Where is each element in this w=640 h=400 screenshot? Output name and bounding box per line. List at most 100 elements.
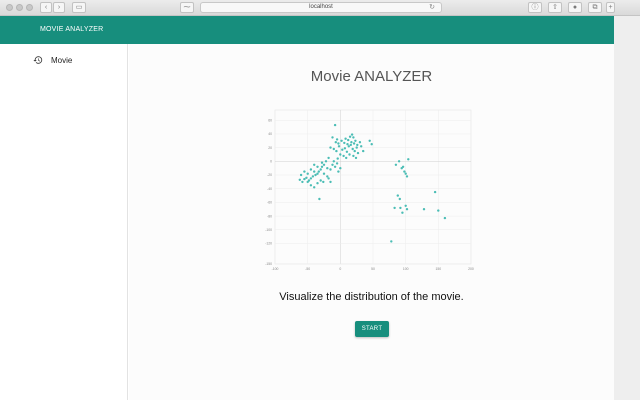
scatter-point (326, 175, 329, 178)
scatter-point (337, 142, 340, 145)
y-tick-label: 20 (268, 146, 272, 150)
browser-toolbar: ‹ › ▭ ⁓ localhost ↻ ⓘ ⇧ ● ⧉ + (0, 0, 640, 16)
app-title: MOVIE ANALYZER (40, 26, 104, 33)
scatter-point (303, 177, 306, 181)
y-tick-label: 60 (268, 118, 272, 122)
y-tick-label: -120 (265, 242, 272, 246)
y-tick-label: -40 (267, 187, 272, 191)
maximize-window-dot[interactable] (26, 4, 33, 11)
scatter-point (331, 163, 334, 166)
y-tick-label: -100 (265, 228, 272, 232)
scatter-point (329, 180, 332, 184)
scatter-point (355, 146, 358, 149)
scatter-point (344, 137, 347, 140)
scatter-point (316, 182, 319, 185)
scatter-point (332, 147, 335, 151)
x-tick-label: 100 (403, 267, 409, 271)
scatter-point (396, 194, 399, 197)
scatter-point (356, 151, 360, 155)
sidebar-item-label: Movie (51, 55, 73, 65)
tabs-icon[interactable]: ⧉ (588, 2, 602, 13)
x-tick-label: 0 (339, 267, 341, 271)
scatter-point (324, 160, 328, 163)
scatter-point (322, 180, 325, 184)
scatter-point (346, 143, 349, 146)
sidebar-toggle-icon[interactable]: ▭ (72, 2, 86, 13)
scatter-point (299, 173, 303, 177)
header-edge (614, 16, 640, 44)
scatter-point (349, 143, 352, 147)
scatter-point (347, 145, 350, 148)
scatter-point (335, 162, 339, 165)
y-tick-label: -60 (267, 201, 272, 205)
back-icon[interactable]: ‹ (40, 2, 52, 13)
scatter-point (348, 135, 352, 138)
scatter-point (405, 208, 409, 211)
scatter-point (362, 149, 365, 153)
scatter-point (358, 141, 362, 144)
main-content: Movie ANALYZER -100 -50 0 50 100 150 200 60 40 20… (129, 44, 614, 400)
new-tab-icon[interactable]: + (606, 2, 615, 13)
scatter-point (322, 172, 326, 175)
scatter-point (313, 163, 316, 166)
scatter-point (370, 143, 373, 146)
scatter-point (433, 190, 437, 194)
share-icon[interactable]: ⇧ (548, 2, 562, 13)
minimize-window-dot[interactable] (16, 4, 23, 11)
scatter-point (401, 165, 405, 168)
scatter-point (320, 165, 324, 168)
x-tick-label: 150 (435, 267, 441, 271)
scatter-point (397, 160, 401, 163)
y-tick-label: -80 (267, 214, 272, 218)
scatter-point (352, 142, 356, 145)
scatter-point (339, 167, 342, 170)
scatter-point (343, 141, 346, 145)
scatter-point (437, 209, 440, 212)
info-icon[interactable]: ⓘ (528, 2, 542, 13)
scatter-point (301, 180, 304, 184)
scatter-point (329, 146, 332, 149)
scatter-point (339, 153, 342, 156)
page-subtitle: Visualize the distribution of the movie. (279, 291, 464, 303)
scatter-point (404, 172, 407, 175)
scatter-point (337, 170, 340, 173)
scatter-point (401, 211, 404, 214)
extension-icon[interactable]: ● (568, 2, 582, 13)
reload-icon[interactable]: ↻ (429, 3, 435, 12)
reader-icon[interactable]: ⁓ (180, 2, 194, 13)
close-window-dot[interactable] (6, 4, 13, 11)
scatter-point (348, 153, 351, 156)
scatter-point (306, 172, 309, 175)
scatter-point (320, 161, 324, 164)
scatter-point (311, 175, 315, 178)
url-text: localhost (309, 4, 333, 10)
scatter-point (443, 216, 447, 220)
scatter-point (327, 177, 330, 180)
forward-icon[interactable]: › (53, 2, 65, 13)
scatter-point (303, 170, 306, 173)
scatter-point (340, 139, 343, 142)
scatter-point (399, 206, 402, 210)
scatter-point (350, 141, 353, 144)
scatter-point (350, 133, 354, 136)
scatter-point (353, 149, 356, 153)
scatter-point (309, 168, 313, 171)
scatter-point (318, 197, 321, 201)
scatter-point (347, 138, 350, 142)
scatter-point (333, 123, 337, 127)
sidebar-item-movie[interactable]: Movie (33, 53, 72, 67)
scatter-point (326, 167, 329, 170)
scatter-chart: -100 -50 0 50 100 150 2006040200-20-40-60-80-1… (265, 109, 474, 271)
scatter-point (342, 154, 345, 158)
address-bar[interactable]: localhost ↻ (200, 2, 442, 13)
scatter-point (343, 147, 347, 150)
scatter-point (422, 208, 426, 211)
y-tick-label: 0 (270, 160, 272, 164)
scatter-point (337, 145, 341, 148)
page-title: Movie ANALYZER (310, 68, 433, 85)
scatter-point (336, 157, 339, 160)
window-edge (614, 44, 640, 400)
scatter-point (305, 176, 308, 179)
scatter-point (345, 156, 348, 160)
start-button[interactable]: START (355, 321, 389, 337)
